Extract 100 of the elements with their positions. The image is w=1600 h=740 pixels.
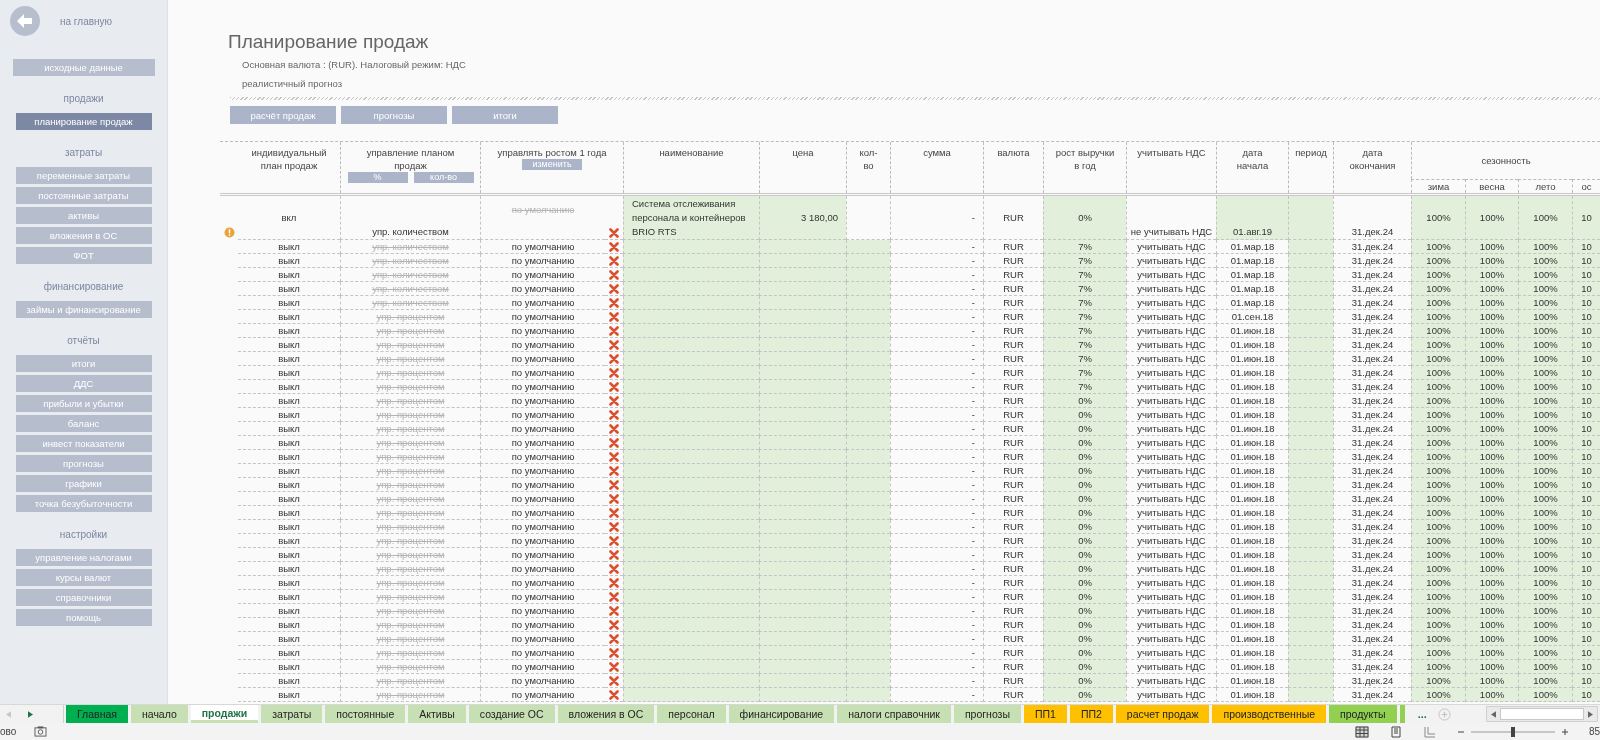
sheet-tab[interactable]: постоянные xyxy=(325,705,406,723)
delete-icon[interactable] xyxy=(609,535,619,546)
delete-icon[interactable] xyxy=(609,283,619,294)
delete-icon[interactable] xyxy=(609,409,619,420)
table-cell: 10 xyxy=(1572,520,1600,534)
delete-icon[interactable] xyxy=(609,339,619,350)
table-cell: - xyxy=(890,632,983,646)
zoom-slider[interactable] xyxy=(1470,725,1555,738)
delete-icon[interactable] xyxy=(609,423,619,434)
delete-icon[interactable] xyxy=(609,577,619,588)
delete-icon[interactable] xyxy=(609,619,619,630)
delete-icon[interactable] xyxy=(609,675,619,686)
sheet-tab[interactable]: продажи xyxy=(190,705,259,723)
delete-icon[interactable] xyxy=(609,325,619,336)
sheet-tab[interactable]: начало xyxy=(130,705,188,723)
delete-icon[interactable] xyxy=(609,661,619,672)
sheet-tab[interactable]: затраты xyxy=(261,705,323,723)
sidebar-item[interactable]: управление налогами xyxy=(15,549,152,566)
table-cell: 100% xyxy=(1518,352,1572,366)
sheet-tab[interactable]: расчет продаж xyxy=(1115,705,1210,723)
sidebar-item[interactable]: графики xyxy=(15,475,152,492)
normal-view-icon[interactable] xyxy=(1354,725,1369,738)
delete-icon[interactable] xyxy=(609,465,619,476)
sidebar-item[interactable]: планирование продаж xyxy=(15,113,152,130)
sheet-tab[interactable]: ПП2 xyxy=(1069,705,1113,723)
sheet-tab[interactable]: производственные xyxy=(1212,705,1327,723)
delete-icon[interactable] xyxy=(609,493,619,504)
table-cell: выкл xyxy=(238,296,340,310)
sidebar-item[interactable]: постоянные затраты xyxy=(15,187,152,204)
header-button[interactable]: кол-во xyxy=(413,172,474,183)
delete-icon[interactable] xyxy=(609,591,619,602)
more-tabs[interactable]: ... xyxy=(1417,708,1427,720)
delete-icon[interactable] xyxy=(609,395,619,406)
sheet-tab[interactable]: финансирование xyxy=(728,705,835,723)
sheet-tab[interactable]: продукты xyxy=(1329,705,1397,723)
delete-icon[interactable] xyxy=(609,228,619,238)
sheet-tab[interactable]: создание ОС xyxy=(468,705,555,723)
action-button[interactable]: итоги xyxy=(452,106,558,124)
delete-icon[interactable] xyxy=(609,549,619,560)
sidebar-item[interactable]: курсы валют xyxy=(15,569,152,586)
header-button[interactable]: изменить xyxy=(522,159,582,170)
delete-icon[interactable] xyxy=(609,507,619,518)
scroll-right-icon[interactable] xyxy=(1588,710,1593,718)
delete-icon[interactable] xyxy=(609,241,619,252)
delete-icon[interactable] xyxy=(609,297,619,308)
delete-icon[interactable] xyxy=(609,605,619,616)
table-cell: 10 xyxy=(1572,464,1600,478)
delete-icon[interactable] xyxy=(609,381,619,392)
delete-icon[interactable] xyxy=(609,563,619,574)
delete-icon[interactable] xyxy=(609,437,619,448)
delete-icon[interactable] xyxy=(609,689,619,700)
sidebar-item[interactable]: инвест показатели xyxy=(15,435,152,452)
page-layout-icon[interactable] xyxy=(1388,725,1403,738)
delete-icon[interactable] xyxy=(609,633,619,644)
sheet-tab[interactable]: прогнозы xyxy=(953,705,1021,723)
header-button[interactable]: % xyxy=(347,172,408,183)
delete-icon[interactable] xyxy=(609,367,619,378)
sidebar-item[interactable]: вложения в ОС xyxy=(15,227,152,244)
sidebar-item[interactable]: ФОТ xyxy=(15,247,152,264)
table-cell: 0% xyxy=(1043,632,1126,646)
sidebar-item[interactable]: исходные данные xyxy=(12,59,155,76)
home-link[interactable]: на главную xyxy=(60,15,113,27)
sidebar-item[interactable]: прибыли и убытки xyxy=(15,395,152,412)
sheet-tab[interactable]: Активы xyxy=(408,705,466,723)
delete-icon[interactable] xyxy=(609,647,619,658)
sheet-tab[interactable]: персонал xyxy=(657,705,726,723)
sidebar-item[interactable]: прогнозы xyxy=(15,455,152,472)
delete-icon[interactable] xyxy=(609,521,619,532)
sidebar-item[interactable]: точка безубыточности xyxy=(15,495,152,512)
horizontal-scrollbar[interactable] xyxy=(1486,706,1598,722)
action-button[interactable]: расчёт продаж xyxy=(230,106,336,124)
delete-icon[interactable] xyxy=(609,479,619,490)
sidebar-item[interactable]: ДДС xyxy=(15,375,152,392)
delete-icon[interactable] xyxy=(609,353,619,364)
zoom-in-icon[interactable] xyxy=(1560,727,1569,736)
sheet-tab[interactable]: ПП1 xyxy=(1024,705,1067,723)
action-button[interactable]: прогнозы xyxy=(341,106,447,124)
sidebar-item[interactable]: итоги xyxy=(15,355,152,372)
sidebar-item[interactable]: переменные затраты xyxy=(15,167,152,184)
delete-icon[interactable] xyxy=(609,255,619,266)
scroll-right-icon[interactable] xyxy=(28,710,33,718)
table-cell: 100% xyxy=(1465,436,1518,450)
sidebar-item[interactable]: баланс xyxy=(15,415,152,432)
sidebar-item[interactable]: займы и финансирование xyxy=(15,301,152,318)
delete-icon[interactable] xyxy=(609,451,619,462)
sheet-tab[interactable]: Главная xyxy=(66,705,128,723)
delete-icon[interactable] xyxy=(609,269,619,280)
scroll-left-icon[interactable] xyxy=(1491,710,1496,718)
zoom-level[interactable]: 85 xyxy=(1588,726,1600,737)
sidebar-item[interactable]: активы xyxy=(15,207,152,224)
table-cell xyxy=(1288,380,1333,394)
table-cell: упр. процентом xyxy=(340,408,480,422)
sheet-tab[interactable]: вложения в ОС xyxy=(557,705,655,723)
table-cell: 3 180,00 xyxy=(759,196,846,240)
table-cell: выкл xyxy=(238,660,340,674)
sidebar-item[interactable]: справочники xyxy=(15,589,152,606)
delete-icon[interactable] xyxy=(609,311,619,322)
sheet-tab[interactable]: налоги справочник xyxy=(837,705,951,723)
camera-icon[interactable] xyxy=(34,726,48,737)
sidebar-item[interactable]: помощь xyxy=(15,609,152,626)
